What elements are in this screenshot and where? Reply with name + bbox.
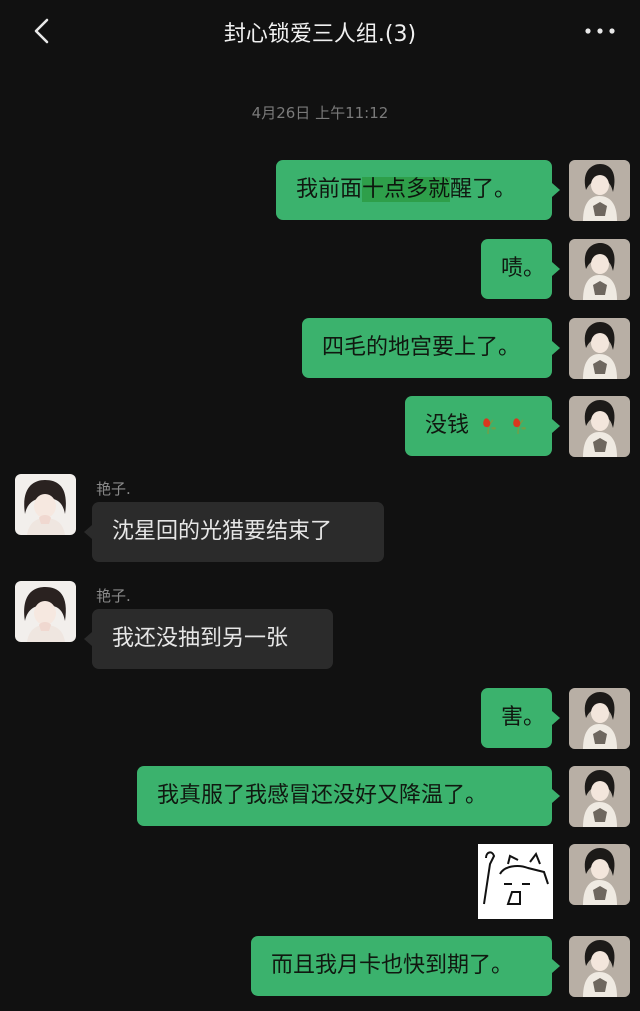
message-bubble[interactable]: 啧。	[481, 239, 552, 299]
message-bubble[interactable]: 我还没抽到另一张	[92, 609, 333, 669]
bubble-tail	[552, 262, 560, 276]
message-bubble[interactable]: 没钱	[405, 396, 552, 456]
message-bubble[interactable]: 四毛的地宫要上了。	[302, 318, 552, 378]
highlighted-text: 十点多就	[362, 177, 451, 202]
message-bubble[interactable]: 沈星回的光猎要结束了	[92, 502, 384, 562]
avatar[interactable]	[569, 396, 630, 457]
cat-doodle-sticker[interactable]	[478, 844, 553, 919]
message-text: 而且我月卡也快到期了。	[271, 953, 514, 978]
message-bubble[interactable]: 我前面十点多就醒了。	[276, 160, 552, 220]
bubble-tail	[552, 789, 560, 803]
bubble-tail	[552, 183, 560, 197]
avatar[interactable]	[569, 688, 630, 749]
message-text: 我还没抽到另一张	[112, 626, 289, 651]
more-dots-icon[interactable]	[580, 14, 620, 48]
top-bar: 封心锁爱三人组.(3)	[0, 0, 640, 64]
avatar[interactable]	[15, 474, 76, 535]
message-text: 醒了。	[450, 177, 517, 202]
bubble-tail	[84, 525, 92, 539]
message-text: 沈星回的光猎要结束了	[112, 519, 333, 544]
avatar[interactable]	[569, 160, 630, 221]
sender-name: 艳子.	[96, 587, 131, 605]
message-text: 我前面	[296, 177, 363, 202]
message-bubble[interactable]: 而且我月卡也快到期了。	[251, 936, 552, 996]
wilted-rose-icon	[476, 412, 500, 436]
bubble-tail	[552, 711, 560, 725]
message-text: 啧。	[501, 256, 546, 281]
bubble-tail	[84, 632, 92, 646]
wilted-rose-icon	[506, 412, 530, 436]
avatar[interactable]	[569, 766, 630, 827]
bubble-tail	[552, 419, 560, 433]
chat-title: 封心锁爱三人组.(3)	[223, 22, 417, 47]
message-bubble[interactable]: 害。	[481, 688, 552, 748]
message-text: 我真服了我感冒还没好又降温了。	[157, 783, 488, 808]
message-timestamp: 4月26日 上午11:12	[251, 104, 389, 122]
message-text: 四毛的地宫要上了。	[322, 335, 521, 360]
avatar[interactable]	[569, 318, 630, 379]
message-text: 害。	[501, 705, 546, 730]
bubble-tail	[552, 959, 560, 973]
avatar[interactable]	[15, 581, 76, 642]
message-bubble[interactable]: 我真服了我感冒还没好又降温了。	[137, 766, 552, 826]
sender-name: 艳子.	[96, 480, 131, 498]
avatar[interactable]	[569, 844, 630, 905]
avatar[interactable]	[569, 239, 630, 300]
avatar[interactable]	[569, 936, 630, 997]
message-text: 没钱	[425, 413, 470, 438]
bubble-tail	[552, 341, 560, 355]
